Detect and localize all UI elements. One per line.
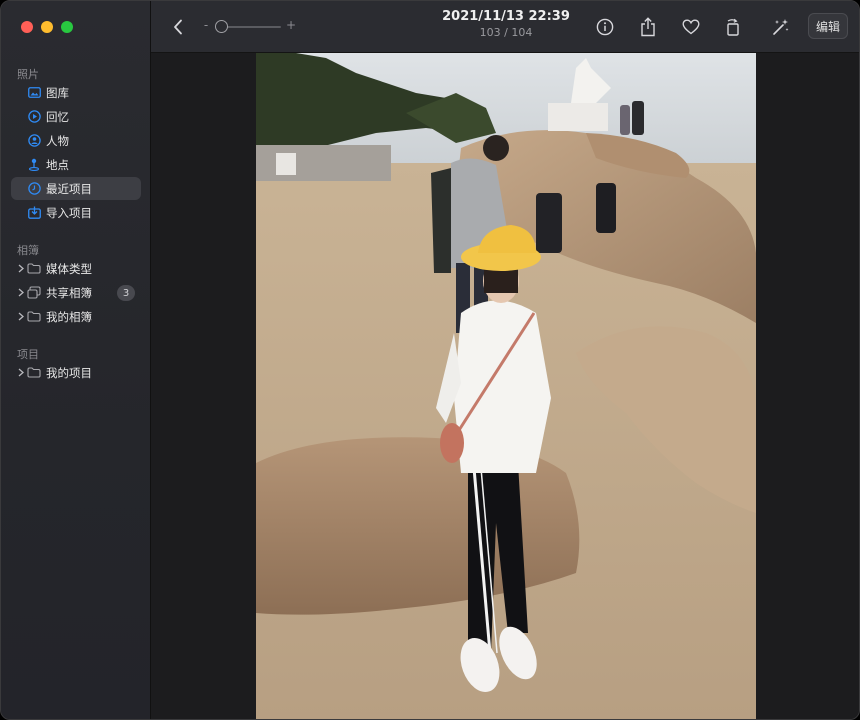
sidebar-item-imports[interactable]: 导入项目: [11, 201, 141, 224]
zoom-out-button[interactable]: -: [201, 17, 211, 33]
places-icon: [27, 158, 41, 172]
recents-icon: [27, 182, 41, 196]
chevron-right-icon[interactable]: [16, 312, 26, 321]
sidebar-item-people[interactable]: 人物: [11, 129, 141, 152]
shared-albums-icon: [27, 286, 41, 300]
favorite-button[interactable]: [679, 15, 703, 39]
people-icon: [27, 134, 41, 148]
rotate-button[interactable]: [722, 15, 746, 39]
memories-icon: [27, 110, 41, 124]
minimize-window-button[interactable]: [41, 21, 53, 33]
section-title-albums: 相簿: [17, 244, 39, 257]
photos-window: 照片 图库 回忆 人物 地点 最近项目 导入项目 相簿 媒体类型 共享相簿 3 …: [0, 0, 860, 720]
sidebar-item-label: 回忆: [46, 109, 69, 124]
sidebar: 照片 图库 回忆 人物 地点 最近项目 导入项目 相簿 媒体类型 共享相簿 3 …: [1, 1, 151, 719]
auto-enhance-button[interactable]: [769, 15, 793, 39]
imports-icon: [27, 206, 41, 220]
close-window-button[interactable]: [21, 21, 33, 33]
sidebar-item-places[interactable]: 地点: [11, 153, 141, 176]
back-button[interactable]: [167, 15, 189, 39]
sidebar-item-label: 最近项目: [46, 181, 92, 196]
sidebar-item-label: 媒体类型: [46, 261, 92, 276]
folder-icon: [27, 262, 41, 276]
photo-viewer: [151, 53, 859, 719]
photo-date: 2021/11/13 22:39: [442, 9, 570, 24]
sidebar-item-label: 导入项目: [46, 205, 92, 220]
sidebar-item-media-types[interactable]: 媒体类型: [11, 257, 141, 280]
magic-wand-icon: [773, 19, 789, 35]
sidebar-item-library[interactable]: 图库: [11, 81, 141, 104]
zoom-window-button[interactable]: [61, 21, 73, 33]
sidebar-item-label: 共享相簿: [46, 285, 92, 300]
sidebar-item-label: 我的项目: [46, 365, 92, 380]
section-title-projects: 项目: [17, 348, 39, 361]
heart-icon: [682, 19, 700, 35]
info-button[interactable]: [593, 15, 617, 39]
photo-image: [256, 53, 756, 719]
info-icon: [596, 18, 614, 36]
sidebar-item-label: 我的相簿: [46, 309, 92, 324]
photo-title: 2021/11/13 22:39 103 / 104: [406, 9, 606, 39]
chevron-right-icon[interactable]: [16, 368, 26, 377]
chevron-right-icon[interactable]: [16, 264, 26, 273]
photo[interactable]: [256, 53, 756, 719]
library-icon: [27, 86, 41, 100]
chevron-left-icon: [174, 19, 182, 35]
folder-icon: [27, 310, 41, 324]
folder-icon: [27, 366, 41, 380]
rotate-icon: [727, 18, 739, 36]
chevron-right-icon[interactable]: [16, 288, 26, 297]
share-button[interactable]: [636, 15, 660, 39]
sidebar-item-shared-albums[interactable]: 共享相簿 3: [11, 281, 141, 304]
sidebar-item-recents[interactable]: 最近项目: [11, 177, 141, 200]
sidebar-item-my-projects[interactable]: 我的项目: [11, 361, 141, 384]
sidebar-item-label: 人物: [46, 133, 69, 148]
toolbar: - + 2021/11/13 22:39 103 / 104 编辑: [151, 1, 859, 53]
zoom-in-button[interactable]: +: [285, 17, 297, 33]
sidebar-item-label: 图库: [46, 85, 69, 100]
share-icon: [641, 17, 655, 37]
edit-button[interactable]: 编辑: [808, 13, 848, 39]
sidebar-item-memories[interactable]: 回忆: [11, 105, 141, 128]
photo-position: 103 / 104: [479, 26, 533, 39]
section-title-photos: 照片: [17, 68, 39, 81]
window-controls: [21, 21, 73, 33]
shared-albums-count-badge: 3: [117, 285, 135, 301]
sidebar-item-label: 地点: [46, 157, 69, 172]
sidebar-item-my-albums[interactable]: 我的相簿: [11, 305, 141, 328]
zoom-slider-knob[interactable]: [215, 20, 228, 33]
